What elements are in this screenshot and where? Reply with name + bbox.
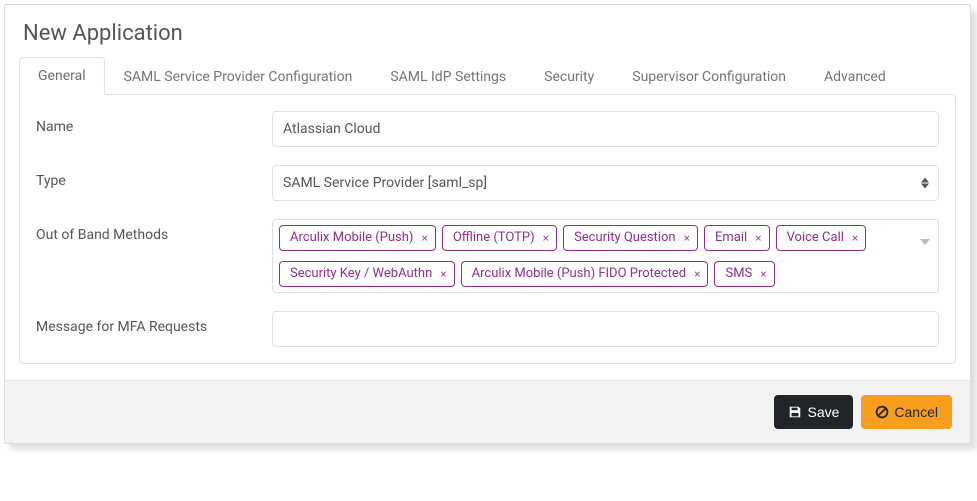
tag-label: Voice Call	[787, 229, 844, 247]
row-oob-methods: Out of Band Methods Arculix Mobile (Push…	[36, 219, 939, 293]
row-type: Type	[36, 165, 939, 201]
tab-saml-sp[interactable]: SAML Service Provider Configuration	[105, 58, 372, 95]
tag-label: Arculix Mobile (Push)	[290, 229, 413, 247]
tag: Offline (TOTP) ×	[442, 225, 557, 251]
remove-tag-icon[interactable]: ×	[755, 229, 761, 247]
remove-tag-icon[interactable]: ×	[440, 265, 446, 283]
tab-general[interactable]: General	[19, 57, 105, 95]
cancel-icon	[875, 405, 889, 419]
remove-tag-icon[interactable]: ×	[694, 265, 700, 283]
tabs: GeneralSAML Service Provider Configurati…	[5, 56, 970, 94]
remove-tag-icon[interactable]: ×	[852, 229, 858, 247]
tag-label: SMS	[725, 265, 752, 283]
remove-tag-icon[interactable]: ×	[684, 229, 690, 247]
tab-saml-idp[interactable]: SAML IdP Settings	[371, 58, 525, 95]
tag: Email ×	[704, 225, 770, 251]
row-name: Name	[36, 111, 939, 147]
cancel-label: Cancel	[894, 403, 938, 421]
chevron-down-icon[interactable]	[920, 230, 930, 249]
tag-label: Arculix Mobile (Push) FIDO Protected	[472, 265, 686, 283]
tag: SMS ×	[714, 261, 774, 287]
tag-label: Security Question	[574, 229, 676, 247]
tab-supervisor[interactable]: Supervisor Configuration	[613, 58, 805, 95]
name-input[interactable]	[272, 111, 939, 147]
tag-label: Offline (TOTP)	[453, 229, 535, 247]
dialog-footer: Save Cancel	[5, 380, 970, 443]
type-select[interactable]	[272, 165, 939, 201]
dialog-title: New Application	[5, 5, 970, 56]
tab-security[interactable]: Security	[525, 58, 613, 95]
label-mfa-message: Message for MFA Requests	[36, 311, 272, 335]
save-icon	[788, 405, 802, 419]
cancel-button[interactable]: Cancel	[861, 395, 952, 429]
oob-methods-multiselect[interactable]: Arculix Mobile (Push)×Offline (TOTP)×Sec…	[272, 219, 939, 293]
tag-label: Email	[715, 229, 747, 247]
label-type: Type	[36, 165, 272, 189]
tag-label: Security Key / WebAuthn	[290, 265, 432, 283]
save-label: Save	[807, 403, 839, 421]
tag: Security Key / WebAuthn ×	[279, 261, 455, 287]
row-mfa-message: Message for MFA Requests	[36, 311, 939, 347]
remove-tag-icon[interactable]: ×	[421, 229, 427, 247]
mfa-message-input[interactable]	[272, 311, 939, 347]
tag: Voice Call ×	[776, 225, 867, 251]
new-application-dialog: New Application GeneralSAML Service Prov…	[4, 4, 971, 444]
tab-body-general: Name Type Out of Band Methods	[19, 94, 956, 364]
label-oob-methods: Out of Band Methods	[36, 219, 272, 243]
remove-tag-icon[interactable]: ×	[543, 229, 549, 247]
tag: Arculix Mobile (Push) FIDO Protected ×	[461, 261, 709, 287]
save-button[interactable]: Save	[774, 395, 853, 429]
tag: Arculix Mobile (Push) ×	[279, 225, 436, 251]
tag: Security Question ×	[563, 225, 698, 251]
label-name: Name	[36, 111, 272, 135]
remove-tag-icon[interactable]: ×	[760, 265, 766, 283]
tab-advanced[interactable]: Advanced	[805, 58, 905, 95]
